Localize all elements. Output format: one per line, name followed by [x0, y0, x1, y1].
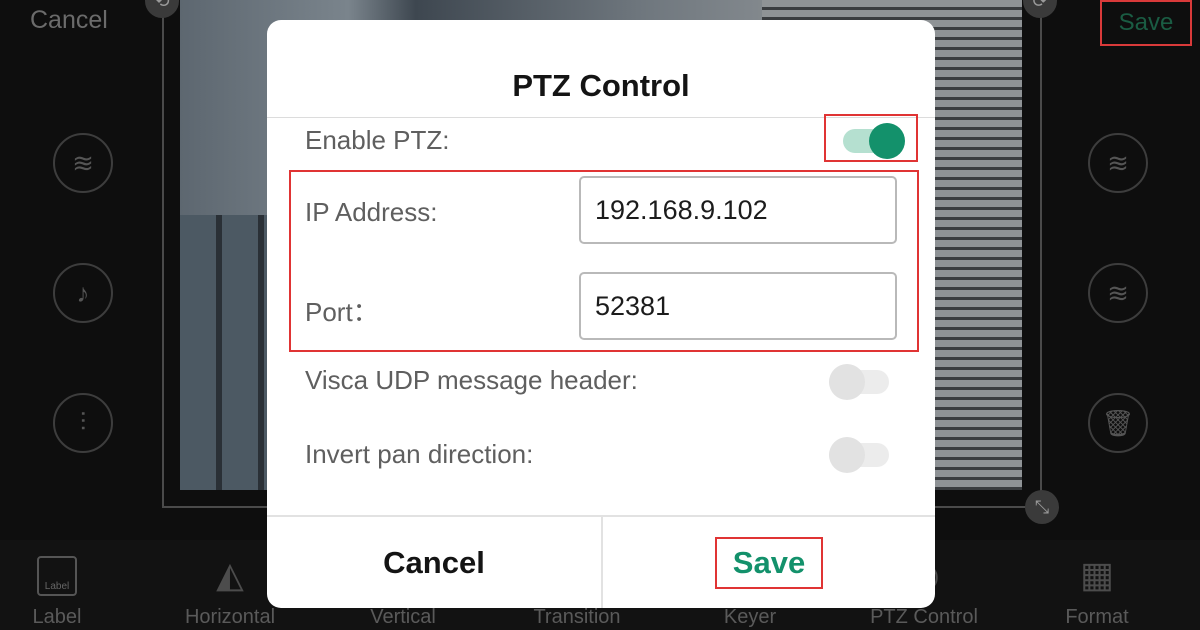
- tool-horizontal-text: Horizontal: [184, 606, 276, 628]
- tool-format-text: Format: [1065, 606, 1129, 628]
- toggle-knob: [829, 437, 865, 473]
- format-brush-icon: ▦: [1079, 554, 1114, 595]
- dialog-save-label: Save: [714, 536, 824, 589]
- mixer-sliders-icon[interactable]: ⫶: [53, 393, 113, 453]
- dialog-title: PTZ Control: [512, 68, 690, 103]
- label-icon-text: Label: [44, 581, 70, 592]
- editor-save-button[interactable]: Save: [1100, 0, 1192, 46]
- invert-pan-toggle[interactable]: [829, 434, 891, 473]
- layer-up-icon[interactable]: ≋: [1088, 133, 1148, 193]
- port-label: Port：: [305, 297, 379, 327]
- resize-icon[interactable]: ⤡: [1025, 490, 1059, 524]
- tool-ptz-text: PTZ Control: [870, 606, 978, 628]
- dialog-cancel-button[interactable]: Cancel: [267, 517, 601, 608]
- dialog-cancel-label: Cancel: [383, 544, 485, 580]
- ptz-control-dialog: PTZ Control Enable PTZ: IP Address: 192.…: [267, 20, 935, 608]
- editor-cancel-button[interactable]: Cancel: [30, 6, 108, 35]
- visca-header-label: Visca UDP message header:: [305, 365, 638, 395]
- add-layer-icon[interactable]: ≋: [53, 133, 113, 193]
- tool-label[interactable]: Label Label: [0, 548, 117, 629]
- enable-ptz-highlight: [824, 114, 918, 162]
- tool-transition-text: Transition: [533, 606, 621, 628]
- toggle-knob: [829, 364, 865, 400]
- ip-address-label: IP Address:: [305, 197, 438, 227]
- music-note-icon[interactable]: ♪: [53, 263, 113, 323]
- port-input[interactable]: 52381: [579, 272, 897, 340]
- invert-pan-label: Invert pan direction:: [305, 439, 534, 469]
- tool-label-text: Label: [32, 606, 82, 628]
- enable-ptz-label: Enable PTZ:: [305, 125, 450, 155]
- layer-down-icon[interactable]: ≋: [1088, 263, 1148, 323]
- dialog-save-button[interactable]: Save: [603, 517, 935, 608]
- trash-icon[interactable]: 🗑: [1088, 393, 1148, 453]
- tool-vertical-text: Vertical: [370, 606, 436, 628]
- ip-address-input[interactable]: 192.168.9.102: [579, 176, 897, 244]
- tool-format[interactable]: ▦ Format: [1037, 548, 1157, 629]
- tool-keyer-text: Keyer: [723, 606, 777, 628]
- visca-header-toggle[interactable]: [829, 361, 891, 400]
- label-icon: Label: [0, 548, 117, 596]
